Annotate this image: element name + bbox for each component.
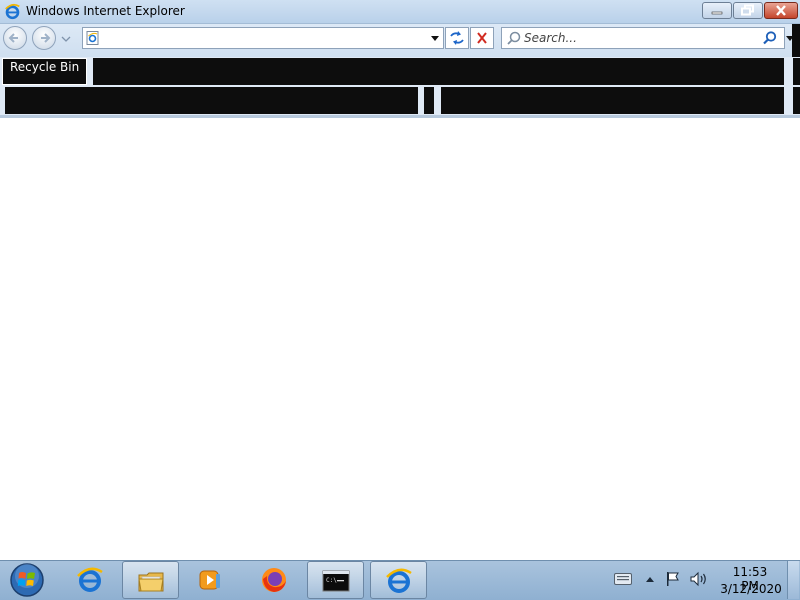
search-icon xyxy=(507,31,521,45)
svg-text:C:\: C:\ xyxy=(326,577,337,584)
address-input[interactable] xyxy=(103,30,423,46)
window-title: Windows Internet Explorer xyxy=(26,4,185,18)
clock-date[interactable]: 3/12/2020 xyxy=(720,582,782,596)
dark-panel-top-right xyxy=(793,58,800,85)
close-icon xyxy=(776,5,786,16)
dark-panel-top xyxy=(93,58,784,85)
start-button-icon[interactable] xyxy=(7,561,47,599)
volume-icon[interactable] xyxy=(690,571,708,587)
page-icon xyxy=(86,31,99,45)
search-input[interactable] xyxy=(524,29,754,47)
taskbar-windows-media-player[interactable] xyxy=(182,561,239,599)
taskbar-windows-explorer[interactable] xyxy=(122,561,179,599)
keyboard-icon[interactable] xyxy=(614,573,632,585)
show-hidden-icons-icon[interactable] xyxy=(645,575,655,583)
internet-explorer-icon xyxy=(77,567,103,592)
dark-panel-bottom-right xyxy=(441,87,784,114)
taskbar-internet-explorer[interactable] xyxy=(62,561,119,599)
back-arrow-icon xyxy=(8,33,18,43)
minimize-icon xyxy=(711,11,723,15)
folder-icon xyxy=(138,572,164,592)
refresh-icon xyxy=(450,31,464,45)
dark-panel-bottom-left xyxy=(5,87,418,114)
minimize-button[interactable] xyxy=(702,2,732,19)
firefox-icon xyxy=(262,568,286,592)
taskbar-internet-explorer-running[interactable] xyxy=(370,561,427,599)
toolbar-edge xyxy=(792,24,800,57)
restore-button[interactable] xyxy=(733,2,763,19)
recycle-bin-label: Recycle Bin xyxy=(10,60,80,74)
action-center-flag-icon[interactable] xyxy=(665,571,681,587)
stop-button[interactable] xyxy=(470,27,494,49)
forward-button[interactable] xyxy=(32,26,56,50)
web-content-area[interactable] xyxy=(0,118,800,560)
dark-panel-bottom-narrow xyxy=(424,87,434,114)
internet-explorer-icon xyxy=(5,3,20,20)
address-dropdown-icon[interactable] xyxy=(430,33,440,43)
recent-pages-dropdown-icon[interactable] xyxy=(61,34,71,44)
show-desktop-button[interactable] xyxy=(787,561,799,599)
stop-icon xyxy=(477,32,487,44)
dark-panel-bottom-edge xyxy=(793,87,800,114)
command-prompt-icon: C:\ xyxy=(322,570,350,592)
taskbar-firefox[interactable] xyxy=(246,561,303,599)
search-go-icon[interactable] xyxy=(762,30,778,46)
refresh-button[interactable] xyxy=(445,27,469,49)
address-bar[interactable] xyxy=(82,27,444,49)
close-button[interactable] xyxy=(764,2,798,19)
forward-arrow-icon xyxy=(41,33,51,43)
back-button[interactable] xyxy=(3,26,27,50)
internet-explorer-icon xyxy=(386,568,412,593)
restore-icon xyxy=(741,4,754,16)
media-player-icon xyxy=(199,570,220,590)
taskbar-command-prompt[interactable]: C:\ xyxy=(307,561,364,599)
